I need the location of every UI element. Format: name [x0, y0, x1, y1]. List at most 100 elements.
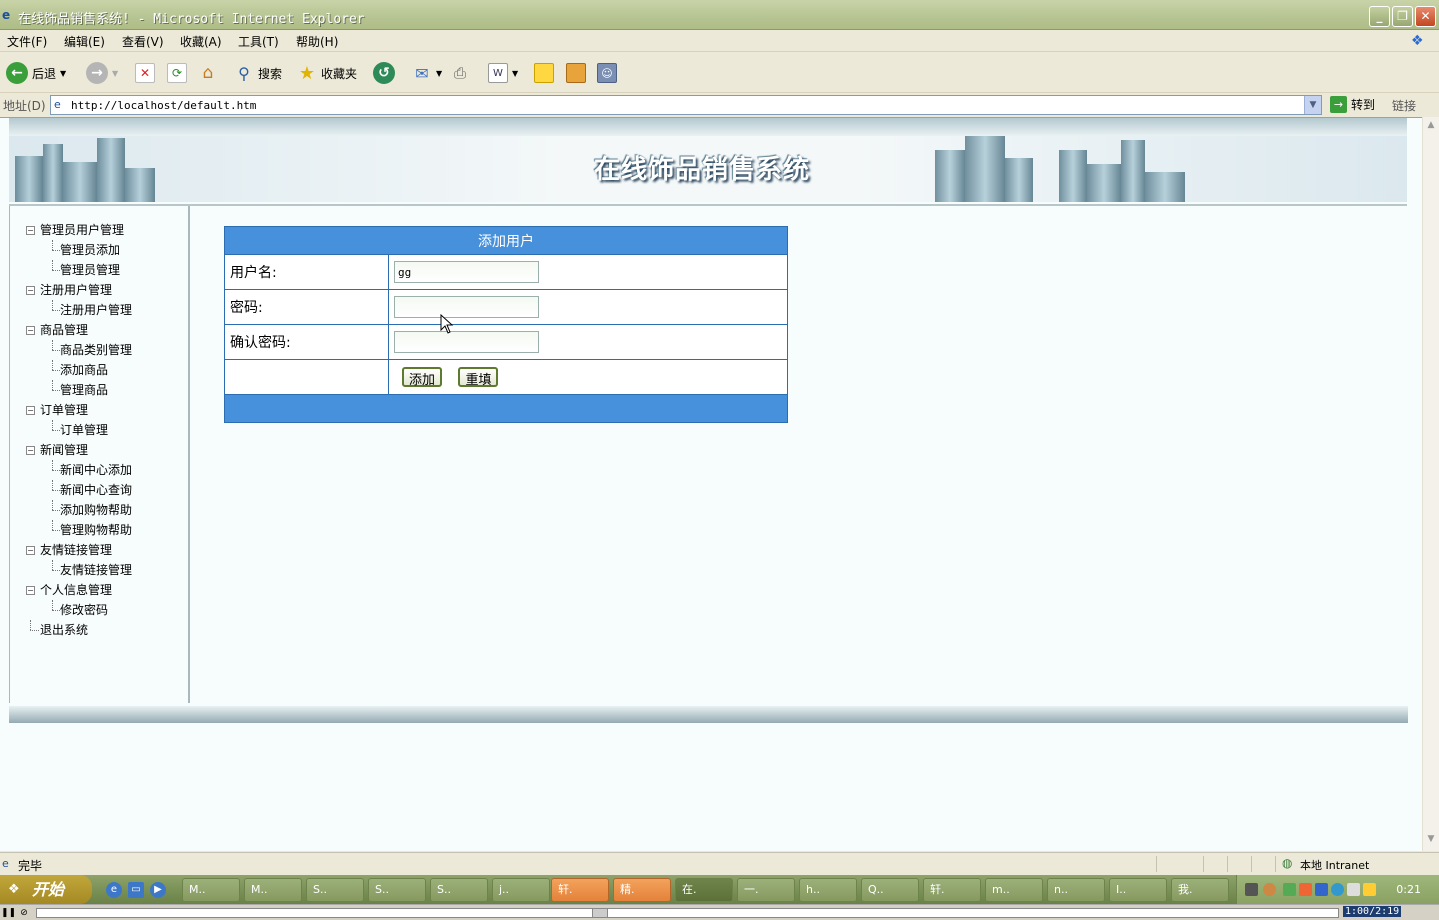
menu-help[interactable]: 帮助(H) [296, 33, 338, 50]
menu-view[interactable]: 查看(V) [122, 33, 164, 50]
taskbar-task[interactable]: j.. [492, 878, 550, 902]
seek-track[interactable] [36, 908, 1339, 918]
tree-item-label: 新闻中心查询 [60, 483, 133, 497]
taskbar-task[interactable]: h.. [799, 878, 857, 902]
start-label: 开始 [32, 880, 65, 899]
messenger-button[interactable]: ☺ [597, 60, 617, 86]
mail-button[interactable]: ✉ ▼ [412, 60, 442, 86]
tree-item[interactable]: 新闻中心添加 [24, 460, 184, 480]
address-dropdown-icon[interactable]: ▼ [1304, 96, 1321, 114]
tray-arrow-icon[interactable] [1263, 883, 1276, 896]
tree-item[interactable]: 管理购物帮助 [24, 520, 184, 540]
research-button[interactable] [566, 60, 586, 86]
note-button[interactable] [534, 60, 554, 86]
tree-group-6[interactable]: − 个人信息管理 [24, 580, 184, 600]
taskbar-task[interactable]: I.. [1109, 878, 1167, 902]
start-button[interactable]: ❖ 开始 [0, 875, 92, 904]
go-button[interactable]: → 转到 [1330, 96, 1375, 113]
collapse-icon[interactable]: − [26, 586, 35, 595]
seek-thumb[interactable] [592, 908, 608, 918]
taskbar-task[interactable]: 轩. [551, 878, 609, 902]
vertical-scrollbar[interactable]: ▲ ▼ [1422, 117, 1439, 851]
tree-item[interactable]: 修改密码 [24, 600, 184, 620]
record-icon[interactable]: ⊘ [17, 906, 31, 920]
tree-item[interactable]: 管理商品 [24, 380, 184, 400]
quicklaunch-ie-icon[interactable]: e [106, 882, 122, 898]
edit-button[interactable]: W ▼ [488, 60, 518, 86]
address-input[interactable]: e http://localhost/default.htm ▼ [50, 95, 1322, 115]
taskbar-task[interactable]: M.. [244, 878, 302, 902]
monitor-icon[interactable] [1315, 883, 1328, 896]
menu-favorites[interactable]: 收藏(A) [180, 33, 222, 50]
network-icon[interactable] [1283, 883, 1296, 896]
collapse-icon[interactable]: − [26, 446, 35, 455]
password-input[interactable] [394, 296, 539, 318]
volume-icon[interactable] [1331, 883, 1344, 896]
qq-icon[interactable] [1299, 883, 1312, 896]
links-button[interactable]: 链接 [1392, 97, 1416, 114]
collapse-icon[interactable]: − [26, 406, 35, 415]
tree-group-1[interactable]: − 注册用户管理 [24, 280, 184, 300]
taskbar-task[interactable]: S.. [368, 878, 426, 902]
tree-item[interactable]: 友情链接管理 [24, 560, 184, 580]
maximize-button[interactable]: ❐ [1392, 6, 1413, 27]
reset-button[interactable]: 重填 [458, 366, 499, 388]
search-button[interactable]: ⚲ 搜索 [234, 60, 282, 86]
tree-group-7[interactable]: 退出系统 [24, 620, 184, 640]
print-button[interactable]: ⎙ [450, 60, 470, 86]
tree-group-0[interactable]: − 管理员用户管理 [24, 220, 184, 240]
taskbar-task[interactable]: 我. [1171, 878, 1229, 902]
back-button[interactable]: ← 后退 ▼ [6, 60, 66, 86]
pause-icon[interactable]: ❚❚ [1, 906, 16, 920]
taskbar-task[interactable]: 轩. [923, 878, 981, 902]
menu-tools[interactable]: 工具(T) [238, 33, 279, 50]
tree-item[interactable]: 新闻中心查询 [24, 480, 184, 500]
taskbar-task[interactable]: m.. [985, 878, 1043, 902]
favorites-button[interactable]: ★ 收藏夹 [297, 60, 357, 86]
tree-item[interactable]: 添加商品 [24, 360, 184, 380]
username-input[interactable] [394, 261, 539, 283]
tree-item[interactable]: 商品类别管理 [24, 340, 184, 360]
scroll-up-icon[interactable]: ▲ [1425, 120, 1437, 134]
taskbar-task[interactable]: S.. [430, 878, 488, 902]
quicklaunch-desktop-icon[interactable]: ▭ [128, 882, 144, 898]
home-button[interactable]: ⌂ [198, 60, 218, 86]
history-button[interactable]: ↺ [373, 60, 395, 86]
address-url: http://localhost/default.htm [71, 99, 257, 112]
minimize-button[interactable]: _ [1369, 6, 1390, 27]
document-icon[interactable] [1347, 883, 1360, 896]
page-icon: e [54, 98, 61, 111]
collapse-icon[interactable]: − [26, 286, 35, 295]
stop-button[interactable]: ✕ [135, 60, 155, 86]
tree-group-2[interactable]: − 商品管理 [24, 320, 184, 340]
tree-group-4[interactable]: − 新闻管理 [24, 440, 184, 460]
taskbar-task[interactable]: M.. [182, 878, 240, 902]
tree-item[interactable]: 管理员管理 [24, 260, 184, 280]
taskbar-task[interactable]: S.. [306, 878, 364, 902]
tree-group-5[interactable]: − 友情链接管理 [24, 540, 184, 560]
forward-button[interactable]: → ▼ [86, 60, 118, 86]
close-button[interactable]: ✕ [1415, 6, 1436, 27]
collapse-icon[interactable]: − [26, 546, 35, 555]
security-icon[interactable] [1363, 883, 1376, 896]
tree-group-3[interactable]: − 订单管理 [24, 400, 184, 420]
scroll-down-icon[interactable]: ▼ [1425, 834, 1437, 848]
taskbar-task[interactable]: Q.. [861, 878, 919, 902]
add-button[interactable]: 添加 [402, 366, 443, 388]
confirm-password-input[interactable] [394, 331, 539, 353]
taskbar-task[interactable]: 一. [737, 878, 795, 902]
taskbar-task[interactable]: 精. [613, 878, 671, 902]
refresh-button[interactable]: ⟳ [167, 60, 187, 86]
taskbar-task[interactable]: 在. [675, 878, 733, 902]
tree-item[interactable]: 注册用户管理 [24, 300, 184, 320]
tree-item[interactable]: 添加购物帮助 [24, 500, 184, 520]
taskbar-task[interactable]: n.. [1047, 878, 1105, 902]
menu-edit[interactable]: 编辑(E) [64, 33, 105, 50]
keyboard-icon[interactable] [1245, 883, 1258, 896]
quicklaunch-media-icon[interactable]: ▶ [150, 882, 166, 898]
collapse-icon[interactable]: − [26, 226, 35, 235]
collapse-icon[interactable]: − [26, 326, 35, 335]
tree-item[interactable]: 订单管理 [24, 420, 184, 440]
menu-file[interactable]: 文件(F) [7, 33, 47, 50]
tree-item[interactable]: 管理员添加 [24, 240, 184, 260]
